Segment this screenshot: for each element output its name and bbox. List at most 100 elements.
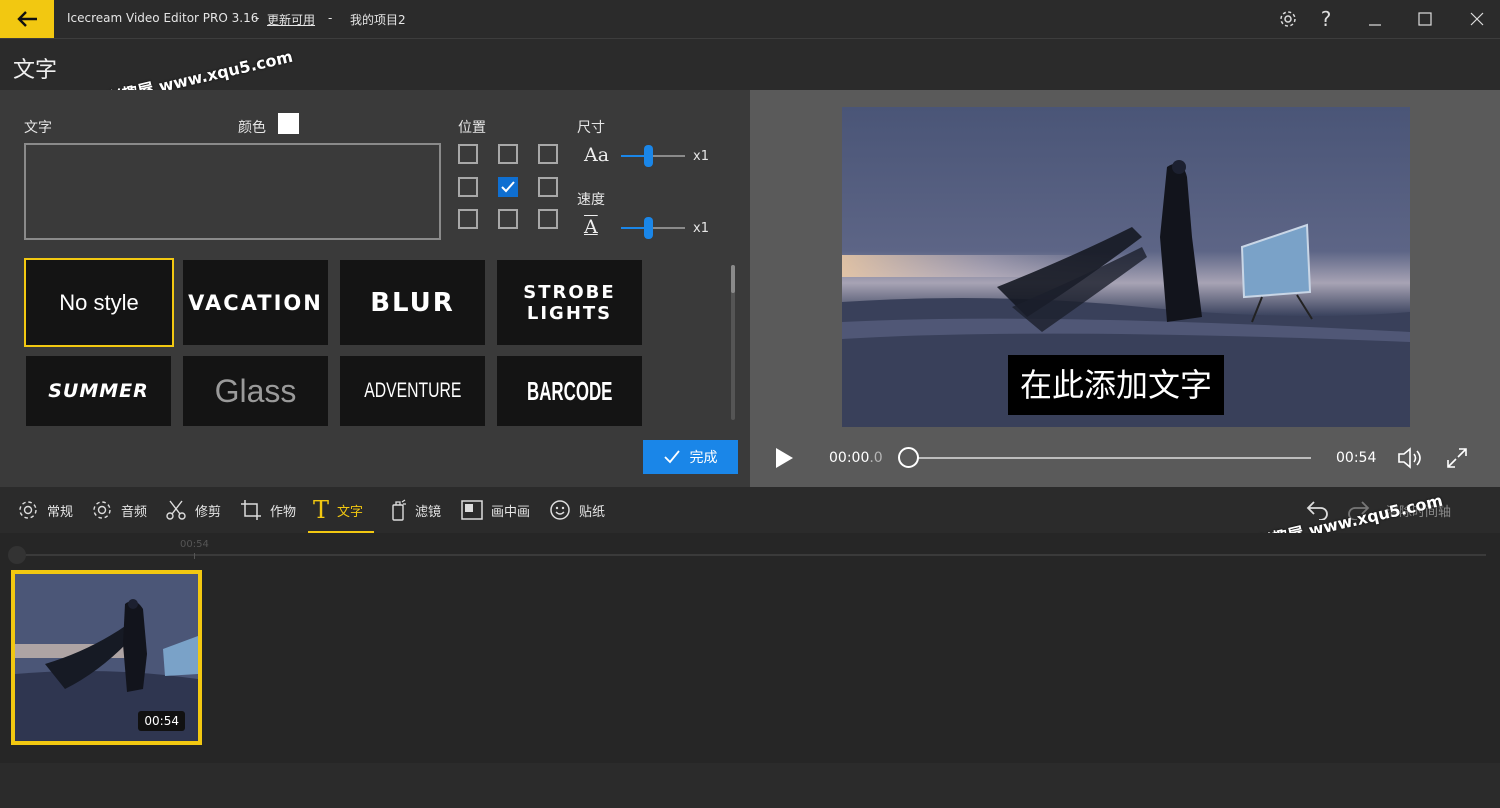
tab-label: 贴纸 (579, 504, 606, 520)
style-label: VACATION (188, 290, 323, 315)
close-button[interactable] (1454, 0, 1500, 38)
filter-icon (392, 499, 406, 521)
timeline-ruler[interactable] (20, 554, 1486, 556)
style-adventure[interactable]: ADVENTURE (340, 356, 485, 426)
position-middle-center[interactable] (498, 177, 518, 197)
tab-label: 滤镜 (415, 504, 442, 520)
position-label: 位置 (458, 120, 486, 136)
done-button[interactable]: 完成 (643, 440, 738, 474)
position-top-center[interactable] (498, 144, 518, 164)
minimize-button[interactable] (1352, 0, 1398, 38)
tab-filters[interactable]: 滤镜 (391, 487, 441, 533)
gear-icon (19, 501, 37, 519)
maximize-button[interactable] (1402, 0, 1448, 38)
page-title: 文字 (13, 58, 58, 83)
style-label: Glass (214, 372, 297, 409)
style-blur[interactable]: BLUR (340, 260, 485, 345)
current-time-fraction: .0 (869, 450, 883, 466)
app-title: Icecream Video Editor PRO 3.16 (67, 11, 259, 25)
style-strobe-lights[interactable]: STROBE LIGHTS (497, 260, 642, 345)
position-top-right[interactable] (538, 144, 558, 164)
text-editor-panel: 文字 颜色 位置 尺寸 Aa x1 速度 A x1 No style VACAT… (0, 90, 750, 487)
tab-crop[interactable]: 作物 (240, 487, 296, 533)
clip-duration: 00:54 (138, 711, 185, 731)
tab-text[interactable]: T 文字 (313, 487, 363, 533)
size-slider[interactable] (621, 145, 685, 167)
title-bar: Icecream Video Editor PRO 3.16 - 更新可用 - … (0, 0, 1500, 39)
speed-slider[interactable] (621, 217, 685, 239)
current-time-main: 00:00 (829, 450, 870, 466)
text-icon: T (313, 496, 330, 524)
style-vacation[interactable]: VACATION (183, 260, 328, 345)
fullscreen-button[interactable] (1446, 447, 1468, 473)
position-bottom-center[interactable] (498, 209, 518, 229)
tab-label: 修剪 (195, 504, 222, 520)
position-bottom-left[interactable] (458, 209, 478, 229)
size-slider-thumb[interactable] (643, 145, 653, 167)
help-button[interactable]: ? (1303, 0, 1349, 38)
play-button[interactable] (774, 447, 794, 473)
volume-button[interactable] (1397, 446, 1423, 474)
position-top-left[interactable] (458, 144, 478, 164)
seek-thumb[interactable] (898, 447, 919, 468)
speed-label: 速度 (577, 192, 605, 208)
current-time: 00:00.0 (829, 450, 883, 466)
tab-pip[interactable]: 画中画 (461, 487, 530, 533)
style-no-style[interactable]: No style (24, 258, 174, 347)
overlay-text[interactable]: 在此添加文字 (1008, 355, 1225, 415)
ruler-time: 00:54 (180, 539, 209, 550)
maximize-icon (1418, 12, 1432, 26)
timeline-playhead[interactable] (8, 546, 26, 564)
tab-label: 音频 (121, 504, 148, 520)
project-name: 我的项目2 (350, 13, 406, 27)
timeline: 00:54 00:54 (0, 533, 1500, 763)
scissors-icon (166, 500, 186, 520)
question-icon: ? (1320, 7, 1332, 31)
video-clip[interactable]: 00:54 (11, 570, 202, 745)
ruler-tick (194, 553, 195, 559)
duration: 00:54 (1336, 450, 1377, 466)
sticker-icon (550, 500, 570, 520)
style-label: ADVENTURE (363, 379, 462, 402)
style-barcode[interactable]: BARCODE (497, 356, 642, 426)
crop-icon (241, 500, 261, 520)
done-label: 完成 (689, 450, 718, 466)
size-icon: Aa (584, 144, 610, 166)
title-separator: - (328, 11, 333, 25)
fullscreen-icon (1447, 448, 1467, 468)
video-preview[interactable]: 在此添加文字 (842, 107, 1410, 427)
style-label: STROBE LIGHTS (523, 281, 616, 324)
speed-slider-thumb[interactable] (643, 217, 653, 239)
styles-scrollbar-thumb[interactable] (731, 265, 735, 293)
position-middle-right[interactable] (538, 177, 558, 197)
speed-icon: A (584, 216, 598, 238)
gear-icon (1280, 11, 1296, 27)
minimize-icon (1369, 24, 1381, 26)
seek-bar[interactable] (908, 457, 1311, 459)
checkmark-icon (501, 181, 515, 193)
tab-audio[interactable]: 音频 (91, 487, 147, 533)
style-label: BLUR (370, 287, 455, 318)
preview-panel: 在此添加文字 00:00.0 00:54 (750, 90, 1500, 487)
size-label: 尺寸 (577, 120, 605, 136)
back-button[interactable] (0, 0, 54, 38)
title-separator: - (255, 11, 260, 25)
pip-icon (461, 500, 483, 520)
update-link[interactable]: 更新可用 (267, 11, 315, 28)
play-icon (776, 448, 793, 468)
style-glass[interactable]: Glass (183, 356, 328, 426)
style-summer[interactable]: SUMMER (26, 356, 171, 426)
tab-general[interactable]: 常规 (17, 487, 73, 533)
position-bottom-right[interactable] (538, 209, 558, 229)
close-icon (1470, 12, 1484, 26)
tab-stickers[interactable]: 贴纸 (549, 487, 605, 533)
color-label: 颜色 (238, 120, 266, 136)
text-input[interactable] (24, 143, 441, 240)
volume-icon (1398, 447, 1421, 469)
arrow-left-icon (17, 11, 37, 27)
color-picker[interactable] (278, 113, 299, 134)
position-middle-left[interactable] (458, 177, 478, 197)
tab-trim[interactable]: 修剪 (165, 487, 221, 533)
style-label: SUMMER (48, 380, 149, 402)
tab-label: 作物 (270, 504, 297, 520)
